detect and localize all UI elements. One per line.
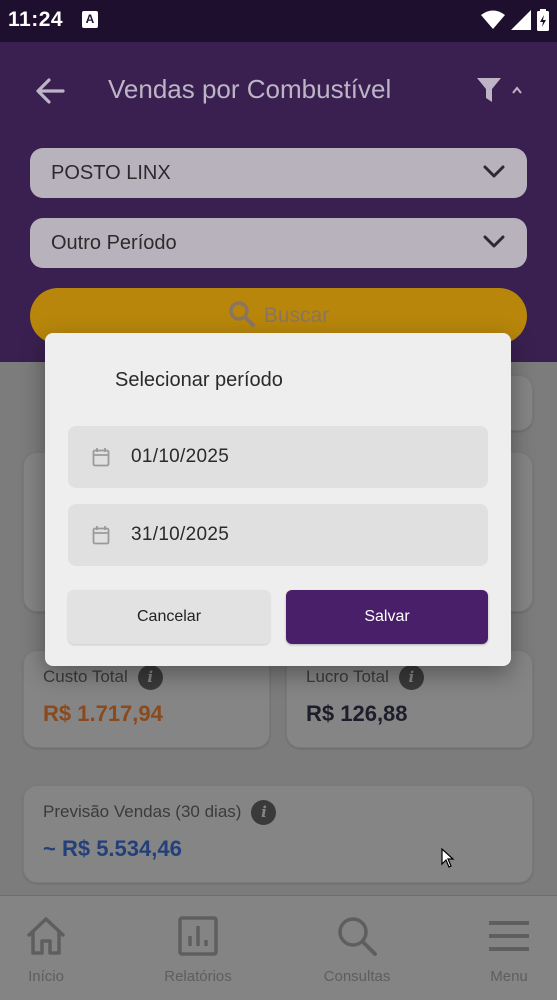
end-date-value: 31/10/2025 xyxy=(131,524,230,545)
status-time: 11:24 xyxy=(8,8,64,31)
nav-label: Relatórios xyxy=(164,968,232,985)
nav-item-menu[interactable]: Menu xyxy=(454,914,557,985)
page-title: Vendas por Combustível xyxy=(108,74,392,104)
arrow-left-icon[interactable] xyxy=(34,76,66,106)
info-icon[interactable]: i xyxy=(398,665,424,690)
menu-icon xyxy=(489,921,529,951)
start-date-value: 01/10/2025 xyxy=(131,446,230,467)
info-icon[interactable]: i xyxy=(251,800,277,825)
battery-icon xyxy=(537,9,549,31)
bottom-nav: Início Relatórios Consultas Menu xyxy=(0,895,557,1000)
previsao-label-row: Previsão Vendas (30 dias) i xyxy=(43,800,277,825)
mouse-cursor-icon xyxy=(441,848,455,868)
previsao-label: Previsão Vendas (30 dias) xyxy=(43,801,242,821)
signal-icon xyxy=(511,10,531,30)
calendar-icon xyxy=(92,448,110,467)
calendar-icon xyxy=(92,526,110,545)
status-bar: 11:24 A xyxy=(0,0,557,42)
search-button-label: Buscar xyxy=(263,304,330,327)
end-date-field[interactable]: 31/10/2025 xyxy=(68,504,488,566)
notification-icon: A xyxy=(82,11,98,28)
home-icon xyxy=(26,917,66,955)
previsao-value: ~ R$ 5.534,46 xyxy=(43,836,182,861)
status-icons xyxy=(481,9,549,31)
cancel-button[interactable]: Cancelar xyxy=(68,590,270,644)
start-date-field[interactable]: 01/10/2025 xyxy=(68,426,488,488)
lucro-total-label: Lucro Total xyxy=(306,666,389,686)
info-icon[interactable]: i xyxy=(137,665,163,690)
nav-label: Início xyxy=(28,968,64,985)
nav-label: Consultas xyxy=(323,968,391,985)
chevron-down-icon xyxy=(483,165,505,178)
station-select[interactable]: POSTO LINX xyxy=(30,148,527,198)
save-button[interactable]: Salvar xyxy=(286,590,488,644)
station-select-value: POSTO LINX xyxy=(51,162,171,184)
lucro-total-label-row: Lucro Total i xyxy=(306,665,424,690)
search-icon xyxy=(229,301,255,328)
previsao-vendas-card: Previsão Vendas (30 dias) i ~ R$ 5.534,46 xyxy=(23,785,533,883)
chevron-down-icon xyxy=(483,235,505,248)
lucro-total-value: R$ 126,88 xyxy=(306,701,408,726)
dialog-title: Selecionar período xyxy=(115,369,283,391)
custo-total-value: R$ 1.717,94 xyxy=(43,701,163,726)
nav-item-relatorios[interactable]: Relatórios xyxy=(143,914,253,985)
period-select[interactable]: Outro Período xyxy=(30,218,527,268)
reports-icon xyxy=(178,916,218,956)
wifi-icon xyxy=(481,10,505,29)
nav-label: Menu xyxy=(490,968,528,985)
search-icon xyxy=(338,917,377,956)
custo-total-label: Custo Total xyxy=(43,666,128,686)
nav-item-inicio[interactable]: Início xyxy=(0,914,101,985)
nav-item-consultas[interactable]: Consultas xyxy=(302,914,412,985)
custo-total-label-row: Custo Total i xyxy=(43,665,163,690)
period-select-value: Outro Período xyxy=(51,232,177,254)
period-dialog: Selecionar período 01/10/2025 31/10/2025… xyxy=(45,333,511,666)
filter-icon[interactable] xyxy=(475,76,527,104)
